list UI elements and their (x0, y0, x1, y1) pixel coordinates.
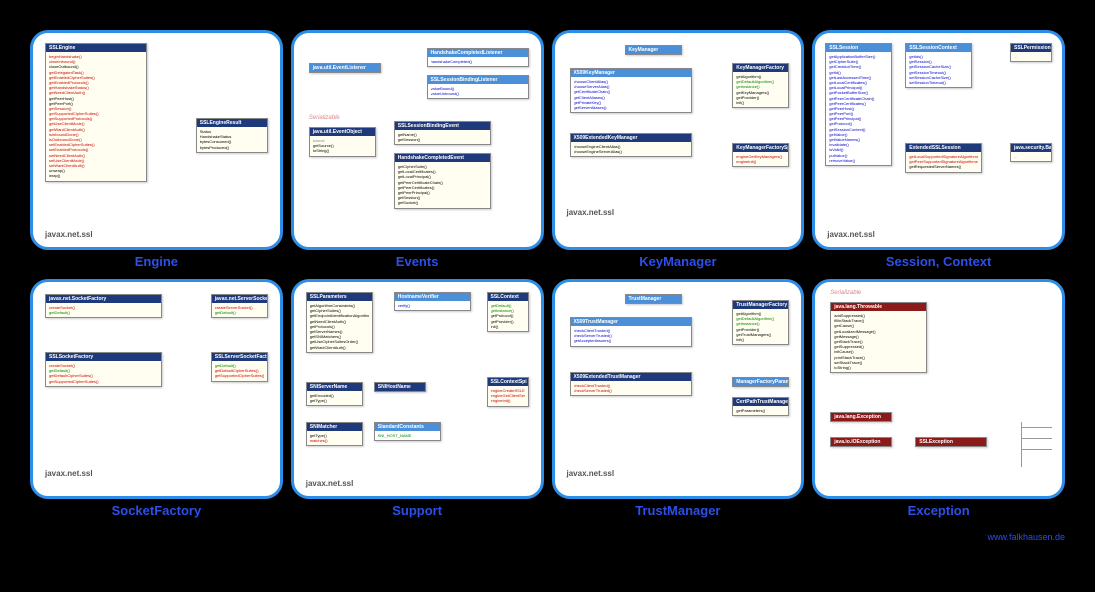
class-cpp: CertPathTrustManagerParametersgetParamet… (732, 397, 789, 416)
label-keymgr: KeyManager (639, 254, 716, 269)
class-snihost: SNIHostName (374, 382, 426, 392)
cell-trustmgr: TrustManager X509TrustManagercheckClient… (552, 279, 805, 520)
class-stdconst: StandardConstantsSNI_HOST_NAME (374, 422, 441, 441)
class-xetm: X509ExtendedTrustManagercheckClientTrust… (570, 372, 692, 396)
panel-events[interactable]: java.util.EventListener HandshakeComplet… (291, 30, 544, 250)
package-label: javax.net.ssl (567, 208, 615, 217)
panel-exception[interactable]: Serializable java.lang.ThrowableaddSuppr… (812, 279, 1065, 499)
class-sslengine: SSLEngine beginHandshake()closeInbound()… (45, 43, 147, 182)
iface-tm: TrustManager (625, 294, 682, 304)
iface-xtm: X509TrustManagercheckClientTrusted()chec… (570, 317, 692, 347)
iface-sessionctx: SSLSessionContextgetIds()getSession()get… (905, 43, 972, 88)
class-sslsocketfactory: SSLSocketFactorycreateSocket()getDefault… (45, 352, 162, 387)
package-label: javax.net.ssl (827, 230, 875, 239)
panel-trustmgr[interactable]: TrustManager X509TrustManagercheckClient… (552, 279, 805, 499)
cell-events: java.util.EventListener HandshakeComplet… (291, 30, 544, 271)
label-events: Events (396, 254, 439, 269)
class-sslperm: SSLPermission... (1010, 43, 1052, 62)
class-kmfs: KeyManagerFactorySpiengineGetKeyManagers… (732, 143, 789, 167)
panel-engine[interactable]: SSLEngine beginHandshake()closeInbound()… (30, 30, 283, 250)
iface-hostnameverifier: HostnameVerifierverify() (394, 292, 471, 311)
iface-mfp: ManagerFactoryParameters (732, 377, 789, 387)
class-serversocketfactory: javax.net.ServerSocketFactorycreateServe… (211, 294, 268, 318)
panel-session[interactable]: SSLSessiongetApplicationBufferSize()getC… (812, 30, 1065, 250)
class-kmf: KeyManagerFactorygetAlgorithm()getDefaul… (732, 63, 789, 108)
class-hce: HandshakeCompletedEventgetCipherSuite()g… (394, 153, 491, 209)
label-trustmgr: TrustManager (635, 503, 720, 518)
class-snimatcher: SNIMatchergetType()matches() (306, 422, 363, 446)
class-sslparams: SSLParametersgetAlgorithmConstraints()ge… (306, 292, 373, 353)
label-session: Session, Context (886, 254, 991, 269)
class-tmf: TrustManagerFactorygetAlgorithm()getDefa… (732, 300, 789, 345)
class-sslexception: SSLException (915, 437, 987, 447)
iface-sbl: SSLSessionBindingListenervalueBound()val… (427, 75, 529, 99)
panel-support[interactable]: SSLParametersgetAlgorithmConstraints()ge… (291, 279, 544, 499)
cell-session: SSLSessiongetApplicationBufferSize()getC… (812, 30, 1065, 271)
class-sslctx: SSLContextgetDefault()getInstance()getPr… (487, 292, 529, 332)
label-engine: Engine (135, 254, 178, 269)
label-support: Support (392, 503, 442, 518)
panel-keymgr[interactable]: KeyManager X509KeyManagerchooseClientAli… (552, 30, 805, 250)
package-label: javax.net.ssl (45, 469, 93, 478)
class-extsession: ExtendedSSLSessiongetLocalSupportedSigna… (905, 143, 982, 173)
class-sniservername: SNIServerNamegetEncoded()getType() (306, 382, 363, 406)
label-socketfactory: SocketFactory (112, 503, 202, 518)
class-exception: java.lang.Exception (830, 412, 892, 422)
class-socketfactory: javax.net.SocketFactorycreateSocket()get… (45, 294, 162, 318)
diagram-grid: SSLEngine beginHandshake()closeInbound()… (0, 0, 1095, 530)
iface-xkm: X509KeyManagerchooseClientAlias()chooseS… (570, 68, 692, 113)
class-sslctxspi: SSLContextSpiengineCreateSSLEngine()engi… (487, 377, 529, 407)
class-ioexception: java.io.IOException (830, 437, 892, 447)
sec-label: Serializable (830, 290, 861, 296)
cell-keymgr: KeyManager X509KeyManagerchooseClientAli… (552, 30, 805, 271)
iface-sslsession: SSLSessiongetApplicationBufferSize()getC… (825, 43, 892, 166)
package-label: javax.net.ssl (306, 479, 354, 488)
iface-eventlistener: java.util.EventListener (309, 63, 381, 73)
cell-exception: Serializable java.lang.ThrowableaddSuppr… (812, 279, 1065, 520)
class-sslserversocketfactory: SSLServerSocketFactorygetDefault()getDef… (211, 352, 268, 382)
class-throwable: java.lang.ThrowableaddSuppressed()fillIn… (830, 302, 927, 373)
cell-socketfactory: javax.net.SocketFactorycreateSocket()get… (30, 279, 283, 520)
iface-km: KeyManager (625, 45, 682, 55)
class-bp: java.security.BasicPermission... (1010, 143, 1052, 162)
panel-socketfactory[interactable]: javax.net.SocketFactorycreateSocket()get… (30, 279, 283, 499)
cell-engine: SSLEngine beginHandshake()closeInbound()… (30, 30, 283, 271)
sec-label: Serializable (309, 115, 340, 121)
iface-hcl: HandshakeCompletedListenerhandshakeCompl… (427, 48, 529, 67)
class-sbe: SSLSessionBindingEventgetName()getSessio… (394, 121, 491, 145)
footer-link[interactable]: www.falkhausen.de (0, 530, 1095, 544)
package-label: javax.net.ssl (45, 230, 93, 239)
class-xekm: X509ExtendedKeyManagerchooseEngineClient… (570, 133, 692, 157)
class-eventobject: java.util.EventObjectsourcegetSource()to… (309, 127, 376, 157)
label-exception: Exception (908, 503, 970, 518)
class-sslengineresult: SSLEngineResult StatusHandshakeStatusbyt… (196, 118, 268, 153)
cell-support: SSLParametersgetAlgorithmConstraints()ge… (291, 279, 544, 520)
subclass-tree (1021, 422, 1052, 467)
package-label: javax.net.ssl (567, 469, 615, 478)
